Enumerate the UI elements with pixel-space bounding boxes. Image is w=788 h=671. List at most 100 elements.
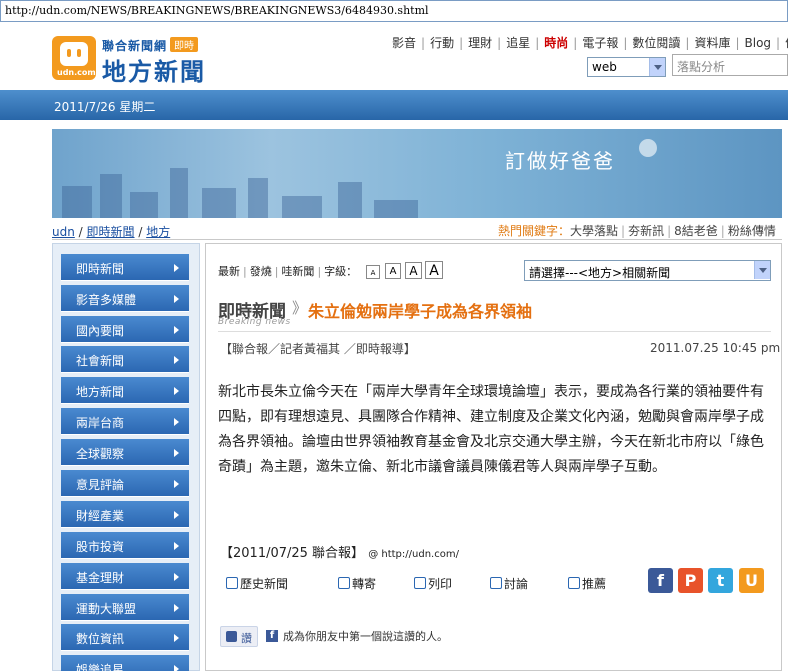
current-date: 2011/7/26 星期二 — [54, 100, 156, 114]
address-text: http://udn.com/NEWS/BREAKINGNEWS/BREAKIN… — [5, 4, 429, 17]
forward-button[interactable]: 轉寄 — [338, 575, 376, 592]
sidebar-item-opinion[interactable]: 意見評論 — [61, 470, 189, 497]
tool-hot[interactable]: 發燒 — [250, 265, 272, 278]
chevron-down-icon — [754, 261, 770, 279]
related-news-select[interactable]: 請選擇---<地方>相關新聞 — [524, 260, 771, 281]
sidebar-item-domestic[interactable]: 國內要聞 — [61, 316, 189, 343]
hot-keyword[interactable]: 夯新訊 — [628, 224, 664, 238]
nav-fashion[interactable]: 時尚 — [544, 36, 568, 50]
ad-banner[interactable]: 訂做好爸爸 — [52, 129, 782, 218]
nav-mobile[interactable]: 行動 — [430, 36, 454, 50]
arrow-right-icon — [174, 573, 179, 581]
sidebar-item-sports[interactable]: 運動大聯盟 — [61, 594, 189, 621]
sidebar-item-digital[interactable]: 數位資訊 — [61, 624, 189, 651]
logo-badge: 即時 — [170, 37, 198, 52]
facebook-like-button[interactable]: 讚 — [220, 626, 258, 647]
sidebar-item-multimedia[interactable]: 影音多媒體 — [61, 285, 189, 312]
arrow-right-icon — [174, 634, 179, 642]
discuss-button[interactable]: 討論 — [490, 575, 528, 592]
article-panel: 最新 | 發燒 | 哇新聞 | 字級： A A A A 請選擇---<地方>相關新聞 即時新… — [205, 243, 782, 671]
sidebar-item-society[interactable]: 社會新聞 — [61, 346, 189, 373]
arrow-right-icon — [174, 604, 179, 612]
arrow-right-icon — [174, 665, 179, 671]
sidebar-item-local[interactable]: 地方新聞 — [61, 377, 189, 404]
search-input[interactable]: 落點分析 — [672, 54, 788, 76]
breadcrumb-udn[interactable]: udn — [52, 225, 75, 239]
udn-logo[interactable]: udn.com 聯合新聞網 即時 地方新聞 — [52, 36, 210, 86]
nav-finance[interactable]: 理財 — [468, 36, 492, 50]
nav-epaper[interactable]: 電子報 — [582, 36, 618, 50]
facebook-share-icon[interactable]: f — [648, 568, 673, 593]
print-button[interactable]: 列印 — [414, 575, 452, 592]
sidebar-item-entertainment[interactable]: 娛樂追星 — [61, 655, 189, 671]
article-source: 【2011/07/25 聯合報】 @ http://udn.com/ — [220, 546, 459, 561]
city-skyline-image — [52, 158, 432, 218]
hot-keywords: 熱門關鍵字：大學落點 | 夯新訊 | 8結老爸 | 粉絲傳情 — [498, 224, 776, 238]
divider — [52, 239, 782, 240]
udn-logo-icon: udn.com — [52, 36, 96, 80]
arrow-right-icon — [174, 356, 179, 364]
article-tools: 最新 | 發燒 | 哇新聞 | 字級： — [218, 265, 358, 278]
arrow-right-icon — [174, 480, 179, 488]
font-size-label: 字級： — [324, 265, 358, 278]
sidebar-item-stocks[interactable]: 股市投資 — [61, 532, 189, 559]
sidebar-item-global[interactable]: 全球觀察 — [61, 439, 189, 466]
font-size-small-button[interactable]: A — [385, 263, 401, 279]
moon-icon — [639, 139, 657, 157]
recommend-button[interactable]: 推薦 — [568, 575, 606, 592]
nav-stars[interactable]: 追星 — [506, 36, 530, 50]
sidebar-item-breaking[interactable]: 即時新聞 — [61, 254, 189, 281]
arrow-right-icon — [174, 295, 179, 303]
nav-blog[interactable]: Blog — [745, 36, 772, 50]
breadcrumb: udn / 即時新聞 / 地方 — [52, 225, 171, 239]
nav-video[interactable]: 影音 — [392, 36, 416, 50]
search-icon — [226, 577, 238, 589]
search-type-select[interactable]: web — [587, 57, 666, 77]
article-byline: 【聯合報／記者黃福其 ／即時報導】 — [220, 342, 416, 356]
nav-ebook[interactable]: 數位閱讀 — [632, 36, 680, 50]
arrow-right-icon — [174, 326, 179, 334]
hot-keyword[interactable]: 粉絲傳情 — [728, 224, 776, 238]
hot-keyword[interactable]: 大學落點 — [570, 224, 618, 238]
title-arrow: 》 — [292, 299, 308, 317]
thumb-icon — [568, 577, 580, 589]
breadcrumb-breaking[interactable]: 即時新聞 — [87, 225, 135, 239]
font-size-xsmall-button[interactable]: A — [366, 265, 380, 279]
like-thumb-icon — [226, 631, 237, 642]
date-bar: 2011/7/26 星期二 — [0, 90, 788, 120]
logo-title: 地方新聞 — [102, 58, 206, 86]
arrow-right-icon — [174, 511, 179, 519]
udn-share-icon[interactable]: U — [739, 568, 764, 593]
arrow-right-icon — [174, 449, 179, 457]
facebook-like-text: 成為你朋友中第一個說這讚的人。 — [283, 630, 448, 643]
plurk-share-icon[interactable]: P — [678, 568, 703, 593]
font-size-large-button[interactable]: A — [425, 261, 443, 279]
sidebar-item-business[interactable]: 財經產業 — [61, 501, 189, 528]
divider — [218, 331, 771, 332]
article-headline: 朱立倫勉兩岸學子成為各界領袖 — [308, 302, 533, 321]
source-link[interactable]: @ http://udn.com/ — [368, 549, 459, 560]
hot-keyword[interactable]: 8結老爸 — [674, 224, 718, 238]
nav-database[interactable]: 資料庫 — [694, 36, 730, 50]
breadcrumb-local[interactable]: 地方 — [146, 225, 170, 239]
tool-latest[interactable]: 最新 — [218, 265, 240, 278]
sidebar: 即時新聞 影音多媒體 國內要聞 社會新聞 地方新聞 兩岸台商 全球觀察 意見評論… — [52, 243, 200, 671]
twitter-share-icon[interactable]: t — [708, 568, 733, 593]
tool-wow[interactable]: 哇新聞 — [281, 265, 314, 278]
sidebar-item-funds[interactable]: 基金理財 — [61, 563, 189, 590]
top-nav: 影音|行動|理財|追星|時尚|電子報|數位閱讀|資料庫|Blog|便利 — [392, 34, 788, 51]
font-size-medium-button[interactable]: A — [405, 262, 422, 279]
banner-text: 訂做好爸爸 — [505, 149, 615, 173]
chat-icon — [490, 577, 502, 589]
address-bar[interactable]: http://udn.com/NEWS/BREAKINGNEWS/BREAKIN… — [0, 0, 788, 22]
arrow-right-icon — [174, 387, 179, 395]
facebook-icon: f — [266, 630, 278, 642]
arrow-right-icon — [174, 264, 179, 272]
history-news-button[interactable]: 歷史新聞 — [226, 575, 288, 592]
hot-keywords-label: 熱門關鍵字： — [498, 224, 571, 238]
chevron-down-icon — [649, 58, 665, 76]
arrow-right-icon — [174, 542, 179, 550]
article-datetime: 2011.07.25 10:45 pm — [650, 341, 781, 355]
sidebar-item-cross-strait[interactable]: 兩岸台商 — [61, 408, 189, 435]
section-subtitle: Breaking news — [218, 317, 291, 327]
